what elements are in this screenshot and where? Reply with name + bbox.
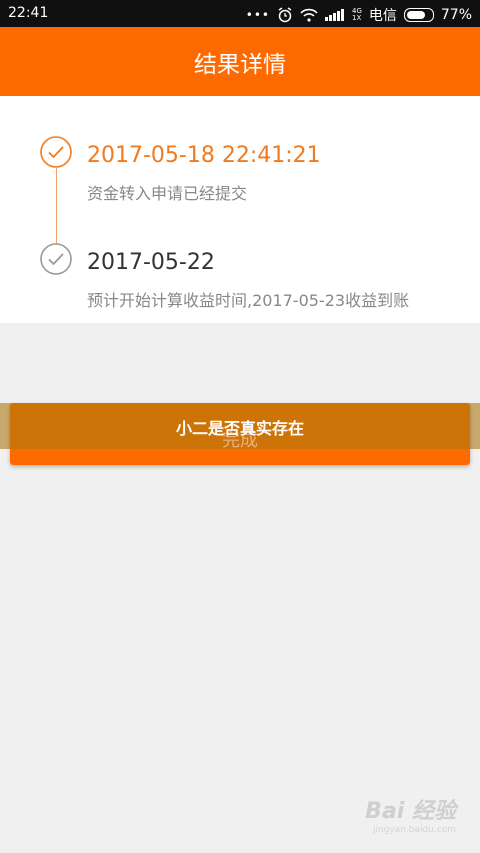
timeline-desc: 资金转入申请已经提交 xyxy=(87,184,248,203)
timeline-desc: 预计开始计算收益时间,2017-05-23收益到账 xyxy=(87,291,410,310)
watermark: Bai 经验 jingyan.baidu.com xyxy=(365,793,456,835)
status-bar: 22:41 ••• 4G 1X 电信 77% xyxy=(0,0,480,27)
timeline-time: 2017-05-22 xyxy=(87,250,215,275)
timeline-card: 2017-05-18 22:41:21 资金转入申请已经提交 2017-05-2… xyxy=(0,96,480,323)
battery-icon xyxy=(403,8,434,22)
wifi-icon xyxy=(300,8,318,22)
network-type-bottom: 1X xyxy=(351,14,362,22)
status-time: 22:41 xyxy=(8,5,49,21)
notification-dots-icon: ••• xyxy=(245,8,270,22)
alarm-icon xyxy=(277,7,293,23)
watermark-text: Bai 经验 xyxy=(365,799,456,824)
page-title: 结果详情 xyxy=(194,51,286,78)
timeline-connector xyxy=(56,168,57,244)
carrier-label: 电信 xyxy=(368,8,397,24)
network-type: 4G 1X xyxy=(352,8,362,22)
timeline-time: 2017-05-18 22:41:21 xyxy=(87,143,321,168)
status-icons: ••• 4G 1X 电信 77% xyxy=(246,5,472,25)
battery-percent: 77% xyxy=(440,7,472,23)
header-bar: 结果详情 xyxy=(0,27,480,96)
signal-icon xyxy=(324,9,345,21)
battery-level xyxy=(406,11,425,19)
check-circle-icon xyxy=(40,136,72,168)
watermark-sub: jingyan.baidu.com xyxy=(372,825,456,835)
check-circle-icon xyxy=(40,243,72,275)
popup-message: 小二是否真实存在 xyxy=(175,419,304,438)
